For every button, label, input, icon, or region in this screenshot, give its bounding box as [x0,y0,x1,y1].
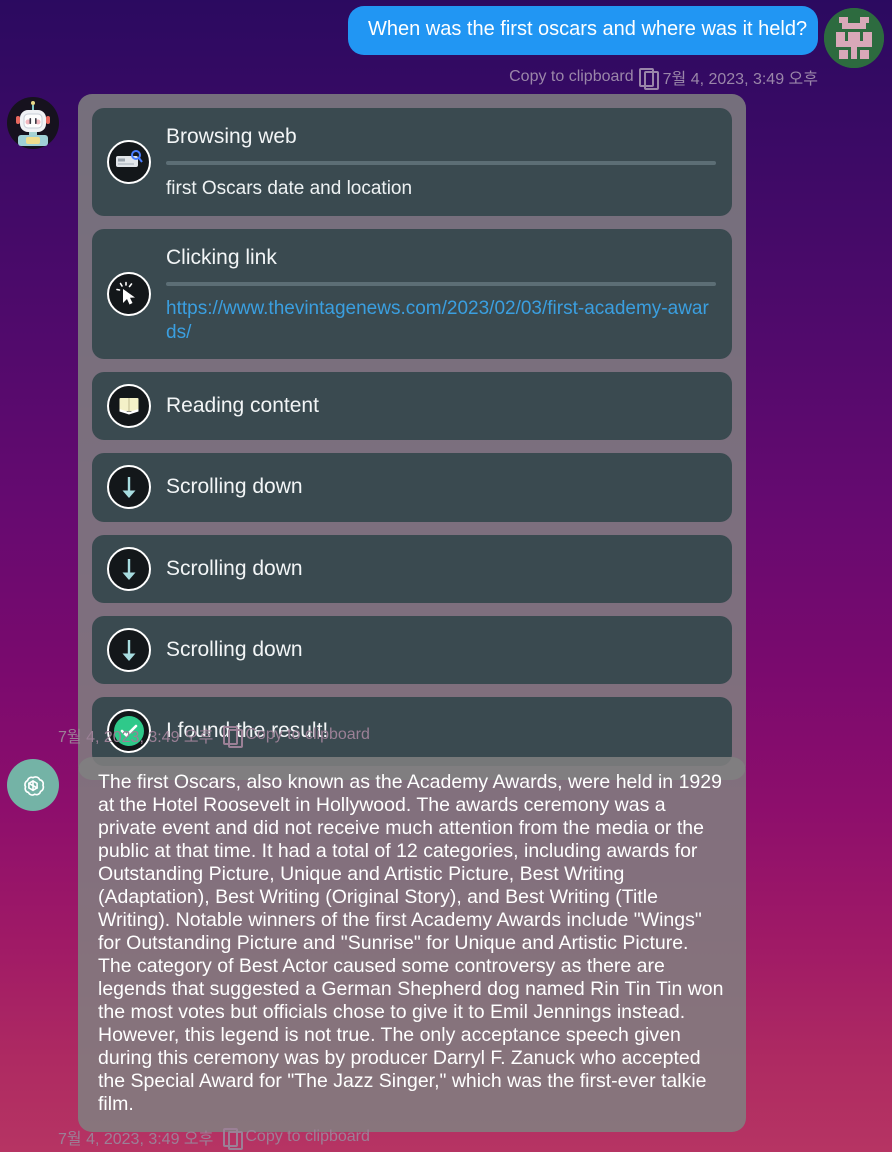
step-body: Scrolling down [166,535,732,603]
step-icon-container [92,229,166,359]
copy-label: Copy to clipboard [245,1128,370,1145]
step-card-reading-content[interactable]: Reading content [92,371,732,441]
step-body: Scrolling down [166,453,732,521]
step-title: Scrolling down [166,637,303,661]
browsing-meta-row: 7월 4, 2023, 3:49 오후 Copy to clipboard [58,723,370,748]
step-divider [166,161,716,166]
step-body: Clicking link https://www.thevintagenews… [166,229,732,359]
step-body: Reading content [166,372,732,440]
copy-to-clipboard-button-assistant[interactable]: Copy to clipboard [223,1127,370,1150]
robot-pixel-avatar-glyph [824,8,884,68]
copy-label: Copy to clipboard [509,68,634,85]
scroll-down-arrow-icon-glyph [122,558,136,580]
step-icon-container [92,453,166,521]
assistant-timestamp: 7월 4, 2023, 3:49 오후 [58,1131,214,1148]
copy-icon [223,1127,244,1150]
step-card-browsing-web[interactable]: Browsing web first Oscars date and locat… [92,108,732,216]
step-card-scrolling-down-1[interactable]: Scrolling down [92,453,732,522]
copy-to-clipboard-button-user[interactable]: Copy to clipboard [509,67,659,90]
assistant-robot-avatar-glyph [7,97,59,149]
step-icon-container [92,616,166,684]
step-title: Scrolling down [166,475,303,499]
user-message-timestamp: 7월 4, 2023, 3:49 오후 [662,71,818,88]
step-body: Browsing web first Oscars date and locat… [166,108,732,216]
openai-logo-avatar [6,758,60,812]
reading-book-icon-glyph [119,398,139,415]
step-title: Browsing web [166,125,297,148]
assistant-response-text: The first Oscars, also known as the Acad… [98,771,724,1115]
step-icon-container [92,535,166,603]
reading-book-icon [107,384,151,428]
assistant-meta-row: 7월 4, 2023, 3:49 오후 Copy to clipboard [58,1125,370,1150]
step-divider [166,282,716,287]
scroll-down-arrow-icon-glyph [122,640,136,662]
openai-logo-glyph [7,759,59,811]
click-cursor-icon [107,271,151,316]
step-card-scrolling-down-3[interactable]: Scrolling down [92,615,732,685]
user-message-bubble: When was the first oscars and where was … [348,6,818,55]
user-message-column: When was the first oscars and where was … [348,6,818,90]
scroll-down-arrow-icon-glyph [122,477,136,499]
step-title: Clicking link [166,245,277,269]
step-card-clicking-link[interactable]: Clicking link https://www.thevintagenews… [92,228,732,359]
scroll-down-arrow-icon [107,628,151,673]
step-icon-container [92,372,166,440]
step-subtitle: first Oscars date and location [166,178,413,200]
copy-to-clipboard-button-browsing[interactable]: Copy to clipboard [223,725,370,748]
browsing-steps-block: Browsing web first Oscars date and locat… [78,94,746,780]
browsing-timestamp: 7월 4, 2023, 3:49 오후 [58,729,214,746]
step-icon-container [92,108,166,216]
copy-label: Copy to clipboard [245,726,370,743]
step-card-scrolling-down-2[interactable]: Scrolling down [92,534,732,603]
scroll-down-arrow-icon [107,546,151,591]
web-search-icon [107,139,151,184]
step-title: Reading content [166,393,319,417]
step-title: Scrolling down [166,556,303,580]
user-message-meta: Copy to clipboard 7월 4, 2023, 3:49 오후 [509,65,818,90]
web-search-icon-glyph [116,149,143,167]
copy-icon [223,725,244,748]
user-message-row: When was the first oscars and where was … [0,6,892,90]
scroll-down-arrow-icon [107,465,151,510]
assistant-robot-avatar [6,96,60,150]
copy-icon [638,67,659,90]
assistant-response-bubble: The first Oscars, also known as the Acad… [78,757,746,1132]
step-link[interactable]: https://www.thevintagenews.com/2023/02/0… [166,298,709,343]
robot-pixel-avatar [824,8,884,68]
click-cursor-icon-glyph [116,281,135,305]
step-body: Scrolling down [166,616,732,684]
